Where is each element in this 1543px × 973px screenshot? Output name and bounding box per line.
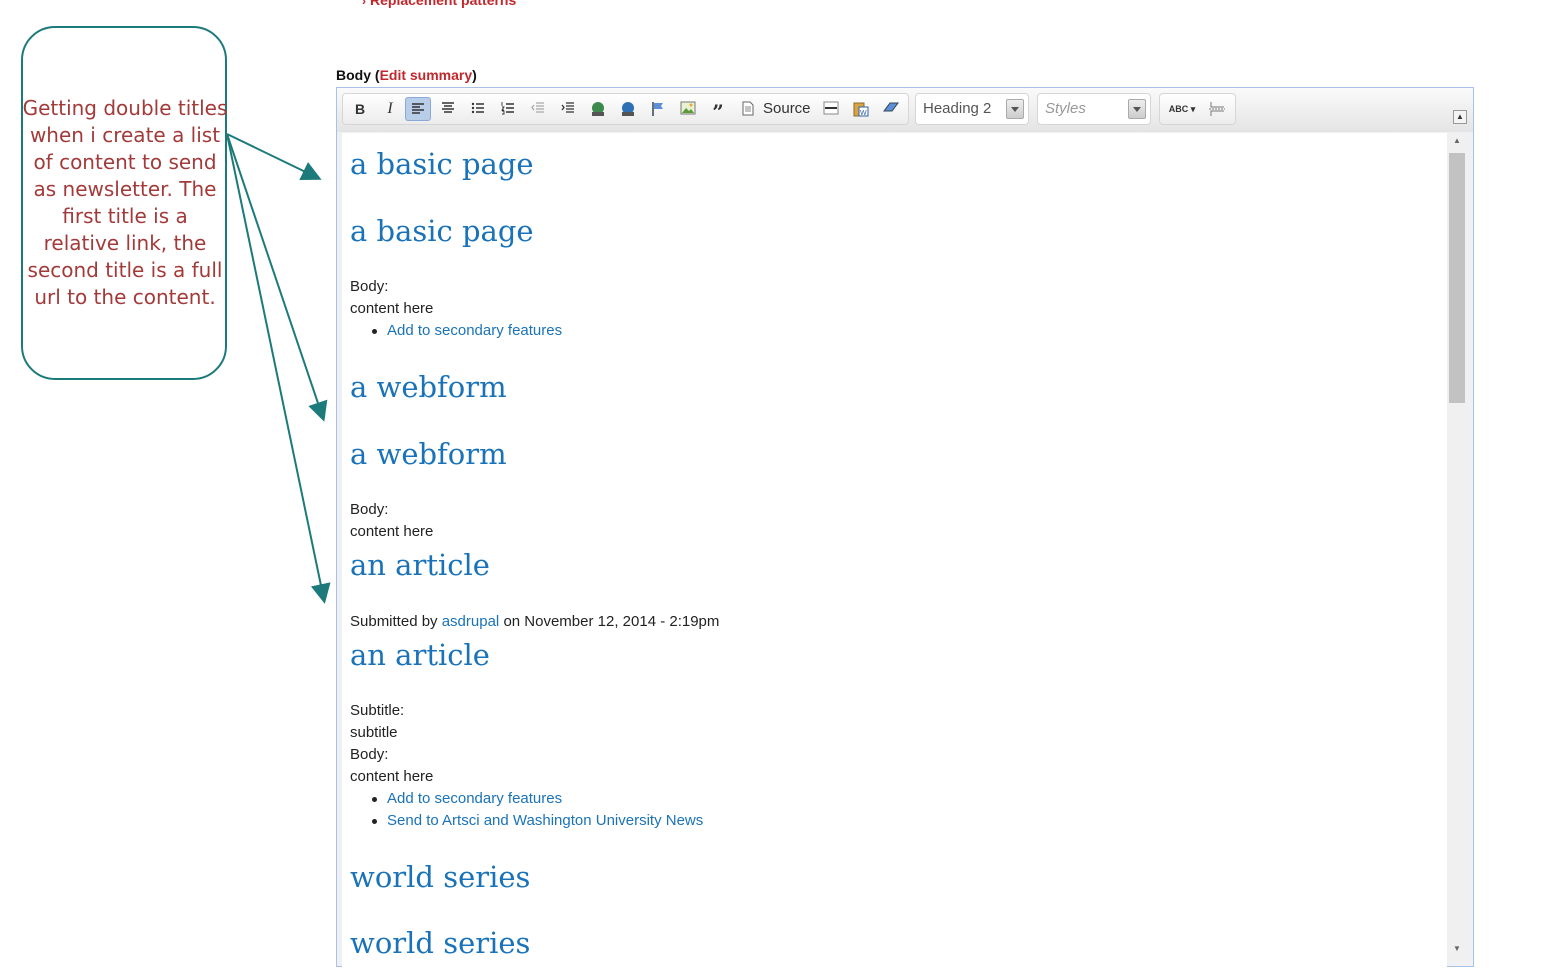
toolbar-collapse-button[interactable]: ▲ — [1453, 110, 1467, 124]
horizontal-rule-button[interactable] — [818, 97, 844, 121]
spellcheck-label: ABC — [1168, 104, 1189, 114]
indent-button[interactable] — [555, 97, 581, 121]
content-heading: an article — [350, 548, 490, 582]
list-item: Add to secondary features — [371, 322, 562, 339]
submitted-prefix: Submitted by — [350, 613, 438, 630]
scroll-down-arrow-icon[interactable]: ▼ — [1447, 941, 1467, 957]
outdent-icon — [531, 102, 544, 113]
source-icon-wrap[interactable] — [735, 97, 761, 121]
replacement-patterns-label: Replacement patterns — [370, 0, 517, 8]
body-text: content here — [350, 300, 434, 317]
horizontal-rule-icon — [823, 101, 839, 115]
unlink-button[interactable] — [615, 97, 641, 121]
content-heading: an article — [350, 638, 490, 672]
spellcheck-button[interactable]: ABC ▾ — [1164, 97, 1200, 121]
page-break-button[interactable] — [1204, 97, 1230, 121]
styles-dropdown-arrow-icon[interactable] — [1128, 99, 1146, 119]
paste-word-button[interactable]: W — [848, 97, 874, 121]
align-center-icon — [442, 102, 454, 113]
content-heading: world series — [350, 860, 531, 894]
content-heading: a basic page — [350, 214, 534, 248]
align-left-icon — [412, 103, 424, 114]
list-item: Add to secondary features — [371, 790, 562, 807]
eraser-icon — [883, 102, 899, 112]
body-label: Body: — [350, 746, 389, 763]
align-left-button[interactable] — [405, 97, 431, 121]
expand-arrow-icon: › — [362, 0, 366, 8]
source-document-icon — [742, 101, 754, 116]
bulleted-list-icon — [471, 102, 484, 114]
list-item: Send to Artsci and Washington University… — [371, 812, 703, 829]
toolbar-group-tools: ABC ▾ — [1159, 93, 1236, 125]
annotation-arrow-1 — [226, 133, 322, 181]
toolbar-group-main: B I ” Source W — [342, 93, 909, 125]
content-heading: a basic page — [350, 147, 534, 181]
annotation-callout-text: Getting double titles when i create a li… — [22, 96, 228, 309]
annotation-arrow-2 — [226, 133, 328, 422]
anchor-button[interactable] — [645, 97, 671, 121]
rich-text-editor: B I ” Source W Heading 2 Styles ABC ▾ ▲ … — [336, 87, 1474, 973]
edit-summary-link[interactable]: Edit summary — [380, 67, 473, 83]
editor-toolbar: B I ” Source W Heading 2 Styles ABC ▾ ▲ — [337, 88, 1473, 132]
content-heading: a webform — [350, 437, 507, 471]
image-icon — [680, 101, 696, 115]
annotation-arrow-3 — [226, 133, 331, 604]
subtitle-text: subtitle — [350, 724, 398, 741]
styles-select-placeholder: Styles — [1045, 100, 1086, 117]
anchor-flag-icon — [652, 102, 663, 116]
body-text: content here — [350, 523, 434, 540]
page-break-icon — [1209, 102, 1225, 116]
content-heading: a webform — [350, 370, 507, 404]
remove-format-button[interactable] — [878, 97, 904, 121]
styles-select[interactable]: Styles — [1037, 93, 1151, 125]
scrollbar-thumb[interactable] — [1449, 153, 1465, 403]
format-select[interactable]: Heading 2 — [915, 93, 1029, 125]
scroll-up-arrow-icon[interactable]: ▲ — [1447, 133, 1467, 149]
format-select-value: Heading 2 — [923, 100, 992, 117]
bold-button[interactable]: B — [347, 97, 373, 121]
outdent-button[interactable] — [525, 97, 551, 121]
body-field-label: Body (Edit summary) — [336, 67, 477, 83]
paste-word-icon: W — [853, 102, 869, 117]
link-globe-icon — [592, 102, 604, 116]
body-label-text: Body — [336, 67, 371, 83]
indent-icon — [561, 102, 574, 113]
content-heading: world series — [350, 926, 531, 960]
send-to-news-link[interactable]: Send to Artsci and Washington University… — [387, 812, 703, 829]
italic-button[interactable]: I — [377, 97, 403, 121]
body-label: Body: — [350, 501, 389, 518]
bulleted-list-button[interactable] — [465, 97, 491, 121]
editor-content-area[interactable]: a basic page a basic page Body: content … — [342, 133, 1447, 973]
submitted-date: on November 12, 2014 - 2:19pm — [503, 613, 720, 630]
image-button[interactable] — [675, 97, 701, 121]
source-button[interactable]: Source — [763, 97, 811, 121]
format-dropdown-arrow-icon[interactable] — [1006, 99, 1024, 119]
replacement-patterns-link[interactable]: › Replacement patterns — [362, 0, 516, 8]
numbered-list-icon — [501, 102, 514, 115]
author-link[interactable]: asdrupal — [442, 613, 500, 630]
unlink-globe-icon — [622, 102, 634, 116]
add-secondary-features-link[interactable]: Add to secondary features — [387, 790, 562, 807]
align-center-button[interactable] — [435, 97, 461, 121]
link-button[interactable] — [585, 97, 611, 121]
body-label: Body: — [350, 278, 389, 295]
body-text: content here — [350, 768, 434, 785]
submitted-line: Submitted by asdrupal on November 12, 20… — [350, 613, 719, 630]
svg-text:W: W — [860, 110, 867, 117]
add-secondary-features-link[interactable]: Add to secondary features — [387, 322, 562, 339]
editor-scrollbar[interactable]: ▲ ▼ — [1447, 133, 1467, 963]
subtitle-label: Subtitle: — [350, 702, 405, 719]
numbered-list-button[interactable] — [495, 97, 521, 121]
blockquote-button[interactable]: ” — [705, 97, 731, 124]
